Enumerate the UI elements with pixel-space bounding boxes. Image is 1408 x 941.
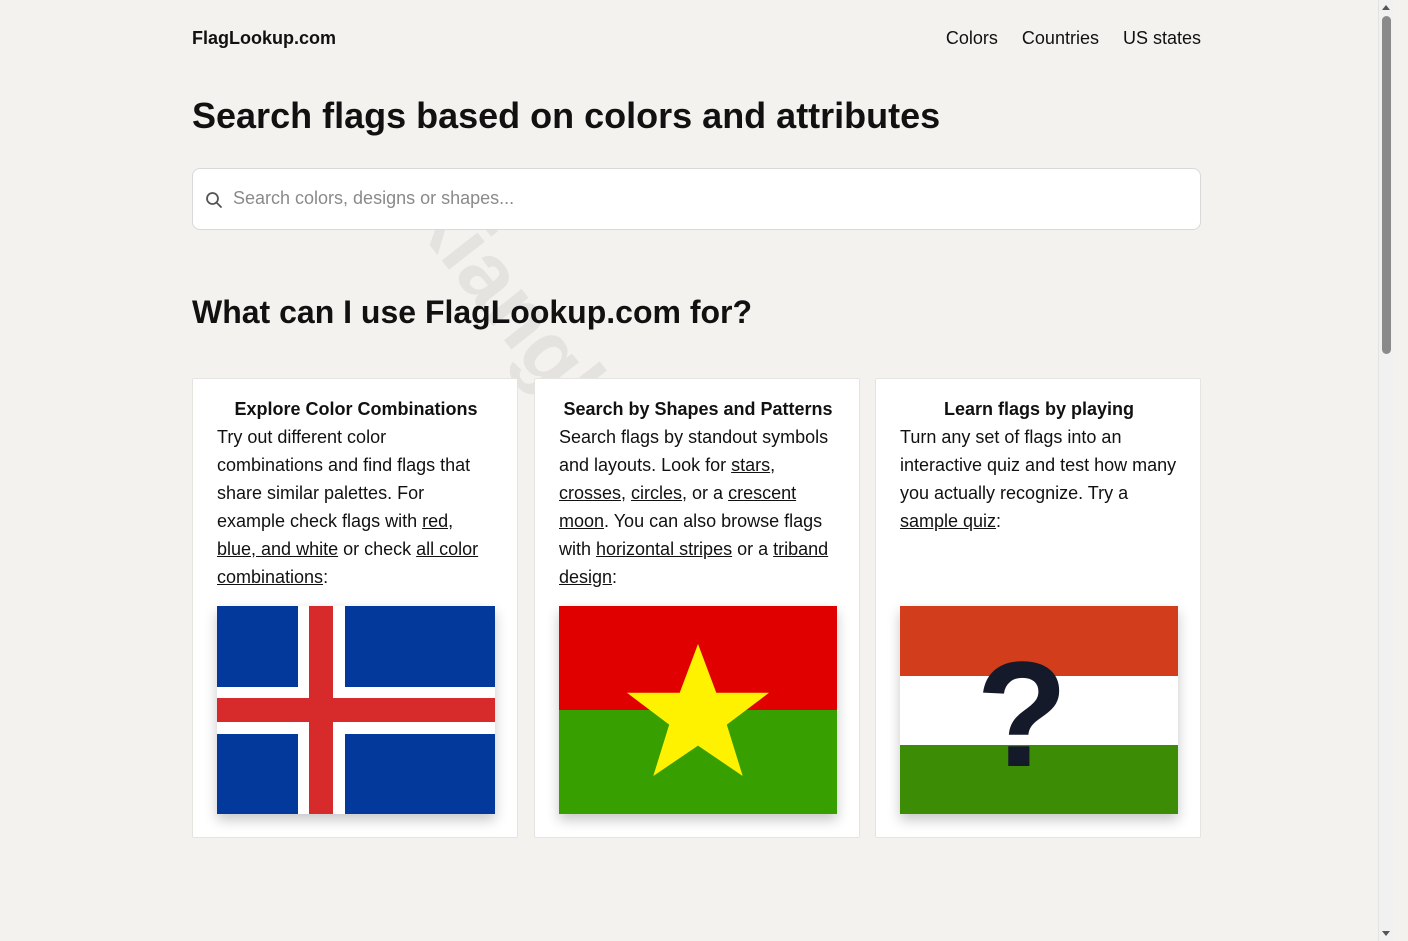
scrollbar-thumb[interactable] <box>1382 16 1391 354</box>
nav-link-colors[interactable]: Colors <box>946 26 998 50</box>
link-crosses[interactable]: crosses <box>559 483 621 503</box>
feature-cards: Explore Color Combinations Try out diffe… <box>192 378 1201 838</box>
link-sample-quiz[interactable]: sample quiz <box>900 511 996 531</box>
scroll-up-arrow-icon[interactable] <box>1382 5 1390 10</box>
burkina-faso-flag[interactable] <box>559 606 837 814</box>
card-description: Search flags by standout symbols and lay… <box>559 423 837 591</box>
card-color-combinations: Explore Color Combinations Try out diffe… <box>192 378 518 838</box>
link-horizontal-stripes[interactable]: horizontal stripes <box>596 539 732 559</box>
search-icon <box>205 191 223 209</box>
card-text: or a <box>732 539 774 559</box>
page: xiangle.site.com FlagLookup.com Colors C… <box>0 0 1393 941</box>
quiz-flag[interactable]: ? <box>900 606 1178 814</box>
search-box <box>192 168 1201 230</box>
top-navigation: FlagLookup.com Colors Countries US state… <box>192 26 1201 50</box>
site-logo[interactable]: FlagLookup.com <box>192 26 336 50</box>
card-text: , <box>621 483 632 503</box>
card-shapes-patterns: Search by Shapes and Patterns Search fla… <box>534 378 860 838</box>
question-mark-icon: ? <box>976 630 1068 798</box>
section-title: What can I use FlagLookup.com for? <box>192 294 753 330</box>
card-text: Search flags by standout symbols and lay… <box>559 427 829 475</box>
card-learn-by-playing: Learn flags by playing Turn any set of f… <box>875 378 1201 838</box>
nav-link-us-states[interactable]: US states <box>1123 26 1201 50</box>
card-title: Explore Color Combinations <box>234 399 478 419</box>
iceland-flag[interactable] <box>217 606 495 814</box>
card-text: , <box>770 455 776 475</box>
link-circles[interactable]: circles <box>631 483 682 503</box>
card-text: Turn any set of flags into an interactiv… <box>900 427 1177 503</box>
card-description: Try out different color combinations and… <box>217 423 495 591</box>
card-text: or check <box>338 539 417 559</box>
card-text: : <box>612 567 618 587</box>
vertical-scrollbar[interactable] <box>1378 0 1393 941</box>
card-text: : <box>996 511 1002 531</box>
page-title: Search flags based on colors and attribu… <box>192 95 941 136</box>
nav-link-countries[interactable]: Countries <box>1022 26 1099 50</box>
card-title: Search by Shapes and Patterns <box>563 399 833 419</box>
card-text: : <box>323 567 329 587</box>
card-title: Learn flags by playing <box>943 399 1135 419</box>
card-description: Turn any set of flags into an interactiv… <box>900 423 1178 535</box>
search-input[interactable] <box>233 169 1183 227</box>
link-stars[interactable]: stars <box>731 455 770 475</box>
nav-menu: Colors Countries US states <box>946 26 1201 50</box>
scroll-down-arrow-icon[interactable] <box>1382 931 1390 936</box>
card-text: , or a <box>682 483 729 503</box>
